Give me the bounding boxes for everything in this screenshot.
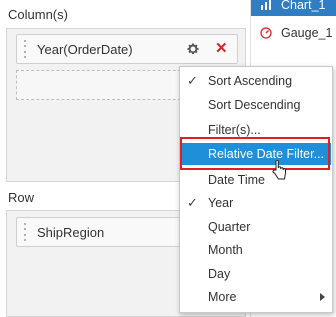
- bar-chart-icon: [259, 0, 273, 12]
- menu-item-date-time[interactable]: Date Time: [181, 169, 331, 191]
- column-drop-zone[interactable]: [16, 70, 196, 100]
- checkmark-icon: ✓: [187, 73, 198, 88]
- widget-item-label: Chart_1: [281, 0, 326, 12]
- column-field-label: Year(OrderDate): [37, 41, 133, 57]
- menu-item-sort-ascending[interactable]: ✓ Sort Ascending: [181, 70, 331, 92]
- widget-item-label: Gauge_1: [281, 26, 333, 40]
- columns-section-label: Column(s): [8, 7, 68, 22]
- row-section-label: Row: [8, 190, 35, 205]
- mouse-cursor-icon: [272, 160, 286, 180]
- widget-item-gauge[interactable]: Gauge_1: [251, 22, 336, 44]
- remove-column-field-icon[interactable]: ✕: [215, 41, 228, 56]
- annotation-highlight-box: [180, 137, 330, 170]
- checkmark-icon: ✓: [187, 195, 198, 210]
- menu-item-sort-descending[interactable]: Sort Descending: [181, 94, 331, 116]
- menu-item-month[interactable]: Month: [181, 239, 331, 261]
- menu-item-quarter[interactable]: Quarter: [181, 216, 331, 238]
- column-field-chip[interactable]: Year(OrderDate): [16, 34, 238, 64]
- menu-item-more[interactable]: More: [181, 286, 331, 308]
- drag-handle-icon[interactable]: [21, 223, 29, 241]
- field-context-menu: ✓ Sort Ascending Sort Descending Filter(…: [179, 66, 333, 313]
- submenu-arrow-icon: [320, 293, 325, 301]
- menu-item-day[interactable]: Day: [181, 263, 331, 285]
- drag-handle-icon[interactable]: [21, 40, 29, 58]
- widget-item-chart[interactable]: Chart_1: [251, 0, 336, 16]
- row-field-label: ShipRegion: [37, 224, 105, 240]
- gauge-icon: [259, 26, 273, 40]
- gear-icon[interactable]: [186, 42, 200, 56]
- menu-item-year[interactable]: ✓ Year: [181, 192, 331, 214]
